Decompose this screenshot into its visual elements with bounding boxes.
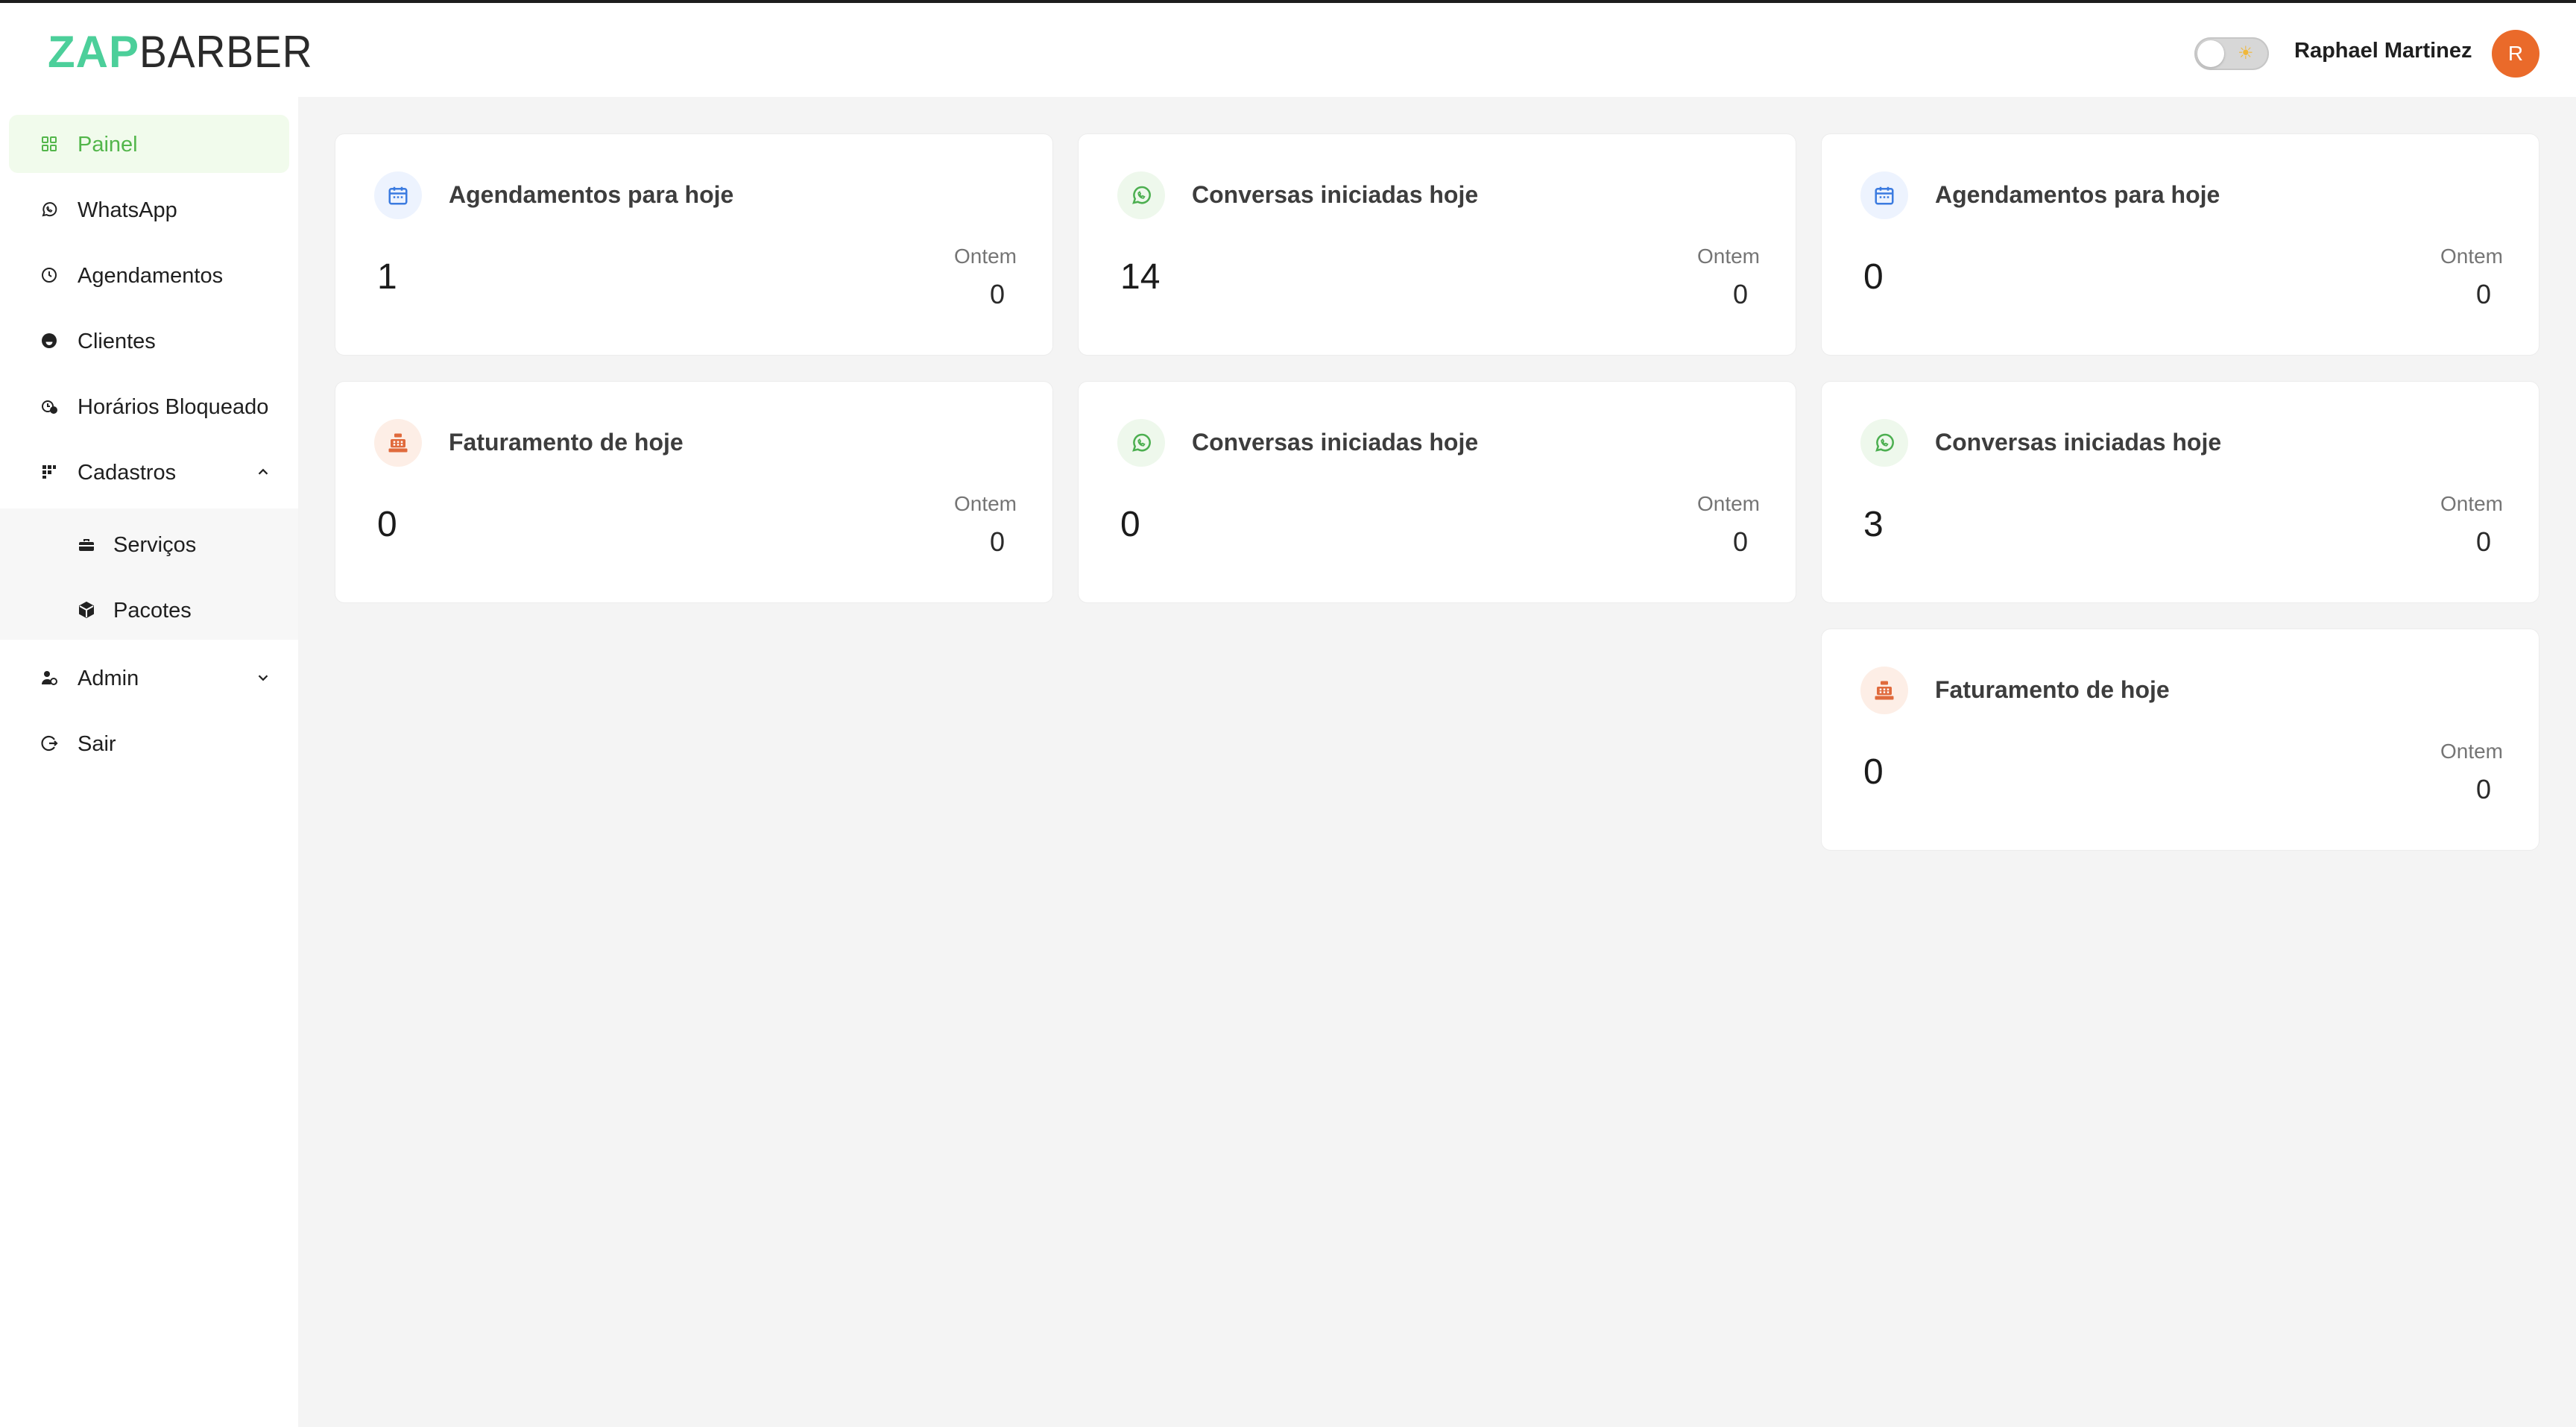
stat-card-agendamentos: Agendamentos para hoje 1 Ontem 0: [335, 134, 1052, 355]
sun-icon: ☀: [2238, 43, 2254, 63]
card-prev-label: Ontem: [1696, 245, 1760, 268]
card-title: Conversas iniciadas hoje: [1192, 181, 1479, 208]
cash-register-icon: [1875, 681, 1894, 700]
stat-card-conversas: Conversas iniciadas hoje 0 Ontem 0: [1079, 382, 1796, 602]
avatar[interactable]: R: [2492, 30, 2539, 78]
cash-register-icon: [388, 433, 408, 453]
card-title: Agendamentos para hoje: [449, 181, 734, 208]
sidebar-item-pacotes[interactable]: Pacotes: [0, 580, 298, 640]
logo-barber: BARBER: [139, 26, 313, 77]
card-title: Faturamento de hoje: [1935, 676, 2170, 703]
users-gear-icon: [42, 671, 57, 685]
card-prev-label: Ontem: [2440, 492, 2503, 515]
clock-icon: [42, 268, 57, 283]
box-icon: [79, 601, 94, 619]
sidebar-subitem-label: Pacotes: [113, 599, 192, 623]
card-value: 0: [1120, 505, 1140, 544]
card-prev-value: 0: [989, 279, 1005, 309]
sidebar-item-label: Clientes: [78, 330, 156, 353]
stat-card-faturamento: Faturamento de hoje 0 Ontem 0: [335, 382, 1052, 602]
card-value: 0: [1863, 257, 1884, 297]
logout-icon: [41, 735, 58, 752]
top-bar: ZAP BARBER ☀ Raphael Martinez R: [0, 3, 2576, 97]
theme-toggle[interactable]: ☀: [2194, 37, 2269, 70]
calendar-icon: [1875, 186, 1894, 205]
sidebar-item-label: Painel: [78, 133, 138, 157]
stat-card-conversas: Conversas iniciadas hoje 14 Ontem 0: [1079, 134, 1796, 355]
card-prev-label: Ontem: [2440, 245, 2503, 268]
card-value: 1: [377, 257, 397, 297]
sidebar-item-label: WhatsApp: [78, 198, 177, 222]
card-value: 14: [1120, 257, 1161, 297]
card-value: 3: [1863, 505, 1884, 544]
toggle-knob: [2197, 40, 2224, 67]
sidebar-item-label: Cadastros: [78, 461, 177, 485]
dots-grid-icon: [42, 465, 56, 479]
whatsapp-icon: [1132, 186, 1151, 204]
card-prev-value: 0: [2475, 526, 2491, 557]
sidebar-item-label: Admin: [78, 667, 139, 690]
sidebar-item-label: Sair: [78, 732, 116, 756]
card-prev-value: 0: [1732, 526, 1748, 557]
sidebar-item-whatsapp[interactable]: WhatsApp: [9, 180, 289, 239]
card-value: 0: [377, 505, 397, 544]
whatsapp-icon: [42, 202, 57, 217]
card-icon-wrap: [374, 171, 422, 219]
card-title: Agendamentos para hoje: [1935, 181, 2220, 208]
block-clock-icon: [42, 400, 57, 414]
card-title: Conversas iniciadas hoje: [1935, 429, 2222, 456]
card-prev-value: 0: [989, 526, 1005, 557]
logo-zap: ZAP: [48, 26, 139, 77]
sidebar-subitem-label: Serviços: [113, 533, 197, 557]
user-name[interactable]: Raphael Martinez: [2294, 39, 2472, 63]
sidebar-item-cadastros[interactable]: Cadastros: [9, 443, 289, 501]
cadastros-submenu: Serviços Pacotes: [0, 508, 298, 640]
smile-icon: [42, 333, 57, 348]
card-icon-wrap: [1117, 171, 1165, 219]
sidebar-item-label: Agendamentos: [78, 264, 224, 288]
whatsapp-icon: [1132, 433, 1151, 452]
card-prev-value: 0: [2475, 279, 2491, 309]
whatsapp-icon: [1875, 433, 1894, 452]
sidebar-item-servicos[interactable]: Serviços: [0, 514, 298, 574]
card-prev-label: Ontem: [953, 245, 1017, 268]
sidebar-item-agendamentos[interactable]: Agendamentos: [9, 246, 289, 304]
card-title: Conversas iniciadas hoje: [1192, 429, 1479, 456]
stat-card-faturamento: Faturamento de hoje 0 Ontem 0: [1822, 629, 2539, 850]
sidebar-item-sair[interactable]: Sair: [9, 714, 289, 772]
stat-card-agendamentos: Agendamentos para hoje 0 Ontem 0: [1822, 134, 2539, 355]
sidebar: Painel WhatsApp Agendamentos Clientes Ho…: [0, 97, 298, 1427]
card-prev-label: Ontem: [2440, 740, 2503, 763]
brand-logo[interactable]: ZAP BARBER: [48, 25, 328, 78]
card-prev-value: 0: [2475, 774, 2491, 804]
card-icon-wrap: [1860, 667, 1908, 714]
chevron-down-icon[interactable]: [255, 670, 271, 686]
card-prev-label: Ontem: [1696, 492, 1760, 515]
card-title: Faturamento de hoje: [449, 429, 684, 456]
card-prev-label: Ontem: [953, 492, 1017, 515]
sidebar-item-horarios-bloqueado[interactable]: Horários Bloqueado: [9, 377, 289, 435]
card-icon-wrap: [374, 419, 422, 467]
toolbox-icon: [79, 539, 94, 551]
grid-icon: [42, 136, 57, 151]
sidebar-item-painel[interactable]: Painel: [9, 115, 289, 173]
stat-card-conversas: Conversas iniciadas hoje 3 Ontem 0: [1822, 382, 2539, 602]
sidebar-item-admin[interactable]: Admin: [9, 649, 289, 707]
card-value: 0: [1863, 752, 1884, 792]
card-prev-value: 0: [1732, 279, 1748, 309]
calendar-icon: [388, 186, 408, 205]
sidebar-item-label: Horários Bloqueado: [78, 395, 269, 419]
card-icon-wrap: [1117, 419, 1165, 467]
chevron-up-icon[interactable]: [255, 464, 271, 480]
sidebar-item-clientes[interactable]: Clientes: [9, 312, 289, 370]
card-icon-wrap: [1860, 419, 1908, 467]
card-icon-wrap: [1860, 171, 1908, 219]
